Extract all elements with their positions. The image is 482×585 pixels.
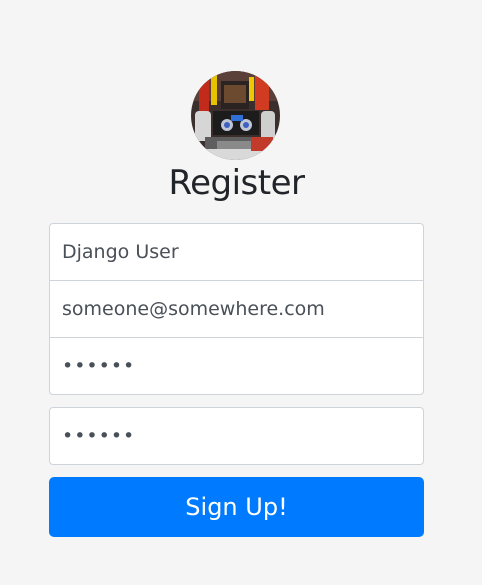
username-field[interactable]: Django User bbox=[49, 223, 424, 281]
username-value: Django User bbox=[62, 241, 179, 263]
page-title: Register bbox=[168, 163, 305, 203]
confirm-password-mask: •••••• bbox=[62, 425, 136, 447]
sign-up-button[interactable]: Sign Up! bbox=[49, 477, 424, 537]
password-field[interactable]: •••••• bbox=[49, 337, 424, 395]
robot-photo-icon bbox=[191, 71, 280, 160]
password-mask: •••••• bbox=[62, 355, 136, 377]
confirm-password-field[interactable]: •••••• bbox=[49, 407, 424, 465]
avatar bbox=[191, 71, 280, 160]
email-value: someone@somewhere.com bbox=[62, 298, 325, 320]
email-field[interactable]: someone@somewhere.com bbox=[49, 280, 424, 338]
